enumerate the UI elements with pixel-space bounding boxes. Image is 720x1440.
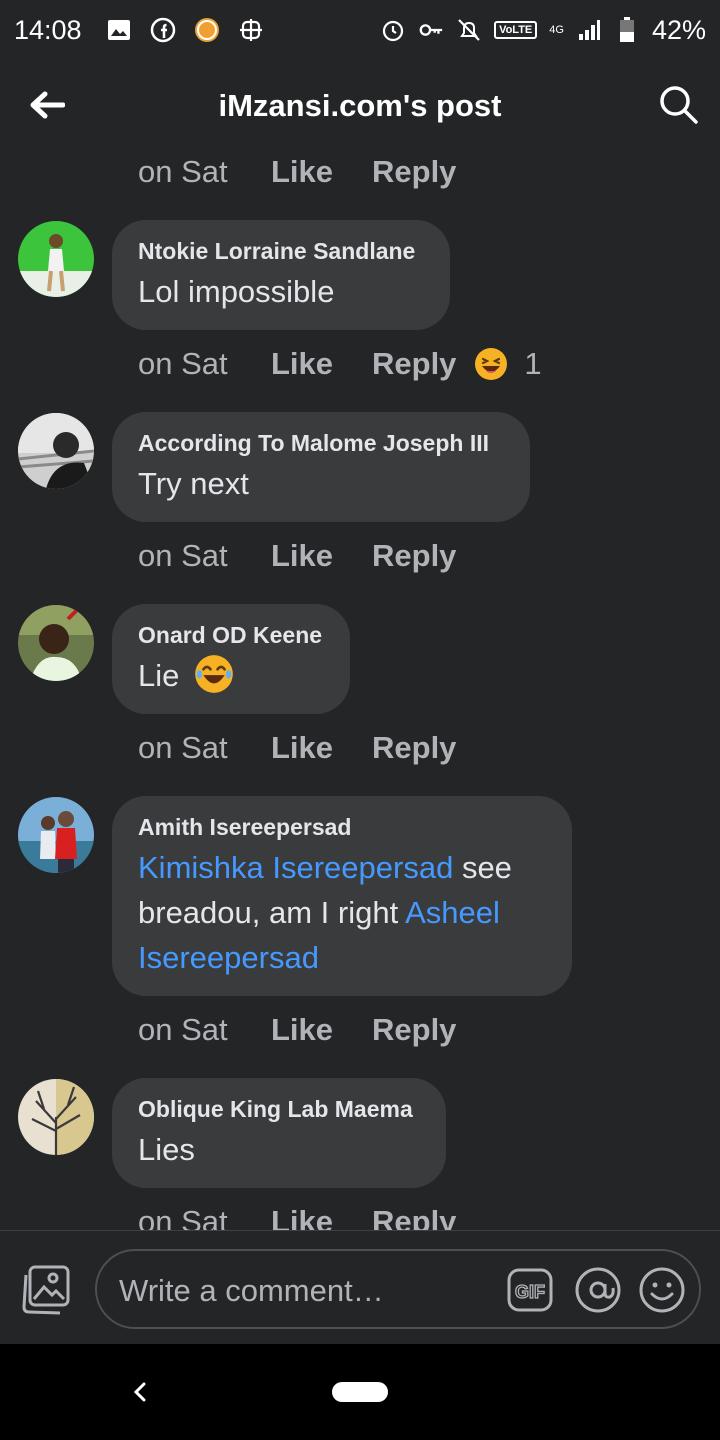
comment-time: on Sat (138, 154, 228, 189)
reply-button[interactable]: Reply (372, 154, 456, 190)
photo-icon (22, 1265, 70, 1315)
signal-icon (576, 17, 602, 43)
comment-author[interactable]: Onard OD Keene (138, 622, 324, 649)
nav-back-button[interactable] (126, 1374, 154, 1410)
gif-button[interactable]: GIF (507, 1268, 553, 1312)
post-header: iMzansi.com's post (0, 60, 720, 150)
comment-bubble[interactable]: Ntokie Lorraine Sandlane Lol impossible (112, 220, 450, 330)
comment-author[interactable]: According To Malome Joseph III (138, 430, 504, 457)
mention-link[interactable]: Kimishka Isereepersad (138, 850, 453, 885)
like-button[interactable]: Like (271, 730, 372, 766)
comment-text: Lies (138, 1132, 195, 1167)
reaction-count: 1 (524, 346, 542, 381)
reply-button[interactable]: Reply (372, 346, 456, 382)
status-time: 14:08 (14, 14, 82, 45)
comment-text: Lol impossible (138, 274, 335, 309)
comment-actions: on Sat Like Reply (138, 538, 456, 574)
reply-button[interactable]: Reply (372, 538, 456, 574)
tears-of-joy-emoji-icon (195, 655, 233, 693)
battery-icon (614, 17, 640, 43)
comment-text: Kimishka Isereepersad see breadou, am I … (138, 845, 546, 980)
search-button[interactable] (658, 84, 700, 126)
gallery-icon (106, 17, 132, 43)
search-icon (660, 86, 698, 124)
comment-bubble[interactable]: According To Malome Joseph III Try next (112, 412, 530, 522)
comment-text: Lie (138, 653, 324, 698)
muted-bell-icon (456, 17, 482, 43)
avatar[interactable] (18, 605, 94, 681)
comment-text-content: Lie (138, 658, 180, 693)
key-icon (418, 17, 444, 43)
status-bar: 14:08 VoLTE 4G 42% (0, 0, 720, 60)
comment-actions: on Sat Like Reply 1 (138, 346, 542, 382)
alarm-icon (380, 17, 406, 43)
comment-author[interactable]: Oblique King Lab Maema (138, 1096, 420, 1123)
comment-time: on Sat (138, 730, 228, 765)
at-sign-icon (575, 1267, 621, 1313)
like-button[interactable]: Like (271, 1204, 372, 1230)
gif-icon: GIF (507, 1268, 553, 1312)
avatar[interactable] (18, 1079, 94, 1155)
avatar[interactable] (18, 797, 94, 873)
vpn-icon (238, 17, 264, 43)
comment-actions: on Sat Like Reply (138, 154, 456, 190)
comment-time: on Sat (138, 1204, 228, 1230)
chevron-left-icon (133, 1382, 146, 1402)
comment-time: on Sat (138, 1012, 228, 1047)
laughing-emoji-icon (475, 348, 508, 380)
system-nav-bar (0, 1344, 720, 1440)
reaction-summary[interactable]: 1 (474, 346, 542, 382)
network-type: 4G (549, 24, 564, 36)
comment-actions: on Sat Like Reply (138, 1204, 456, 1230)
avatar[interactable] (18, 413, 94, 489)
comment-bubble[interactable]: Amith Isereepersad Kimishka Isereepersad… (112, 796, 572, 996)
emoji-button[interactable] (639, 1267, 685, 1313)
comment-bubble[interactable]: Onard OD Keene Lie (112, 604, 350, 714)
like-button[interactable]: Like (271, 346, 372, 382)
app-notification-icon (194, 17, 220, 43)
reply-button[interactable]: Reply (372, 730, 456, 766)
comment-actions: on Sat Like Reply (138, 1012, 456, 1048)
comment-author[interactable]: Ntokie Lorraine Sandlane (138, 238, 424, 265)
avatar[interactable] (18, 221, 94, 297)
nav-home-button[interactable] (332, 1382, 388, 1402)
battery-percentage: 42% (651, 14, 706, 45)
reply-button[interactable]: Reply (372, 1012, 456, 1048)
comment-composer: Write a comment… GIF (0, 1230, 720, 1344)
mention-button[interactable] (575, 1267, 621, 1313)
page-title: iMzansi.com's post (218, 88, 502, 123)
comment-text: Try next (138, 466, 249, 501)
add-photo-button[interactable] (20, 1263, 74, 1317)
comment-input-placeholder: Write a comment… (119, 1273, 384, 1308)
like-button[interactable]: Like (271, 1012, 372, 1048)
facebook-icon (150, 17, 176, 43)
comment-bubble[interactable]: Oblique King Lab Maema Lies (112, 1078, 446, 1188)
reply-button[interactable]: Reply (372, 1204, 456, 1230)
comment-list[interactable]: on Sat Like Reply Ntokie Lorraine Sandla… (0, 150, 720, 1230)
comment-author[interactable]: Amith Isereepersad (138, 814, 546, 841)
comment-time: on Sat (138, 346, 228, 381)
gif-label: GIF (515, 1282, 545, 1302)
comment-actions: on Sat Like Reply (138, 730, 456, 766)
volte-badge: VoLTE (494, 21, 538, 39)
like-button[interactable]: Like (271, 154, 372, 190)
comment-input[interactable]: Write a comment… GIF (95, 1249, 701, 1329)
comment-time: on Sat (138, 538, 228, 573)
smiley-icon (639, 1267, 685, 1313)
like-button[interactable]: Like (271, 538, 372, 574)
